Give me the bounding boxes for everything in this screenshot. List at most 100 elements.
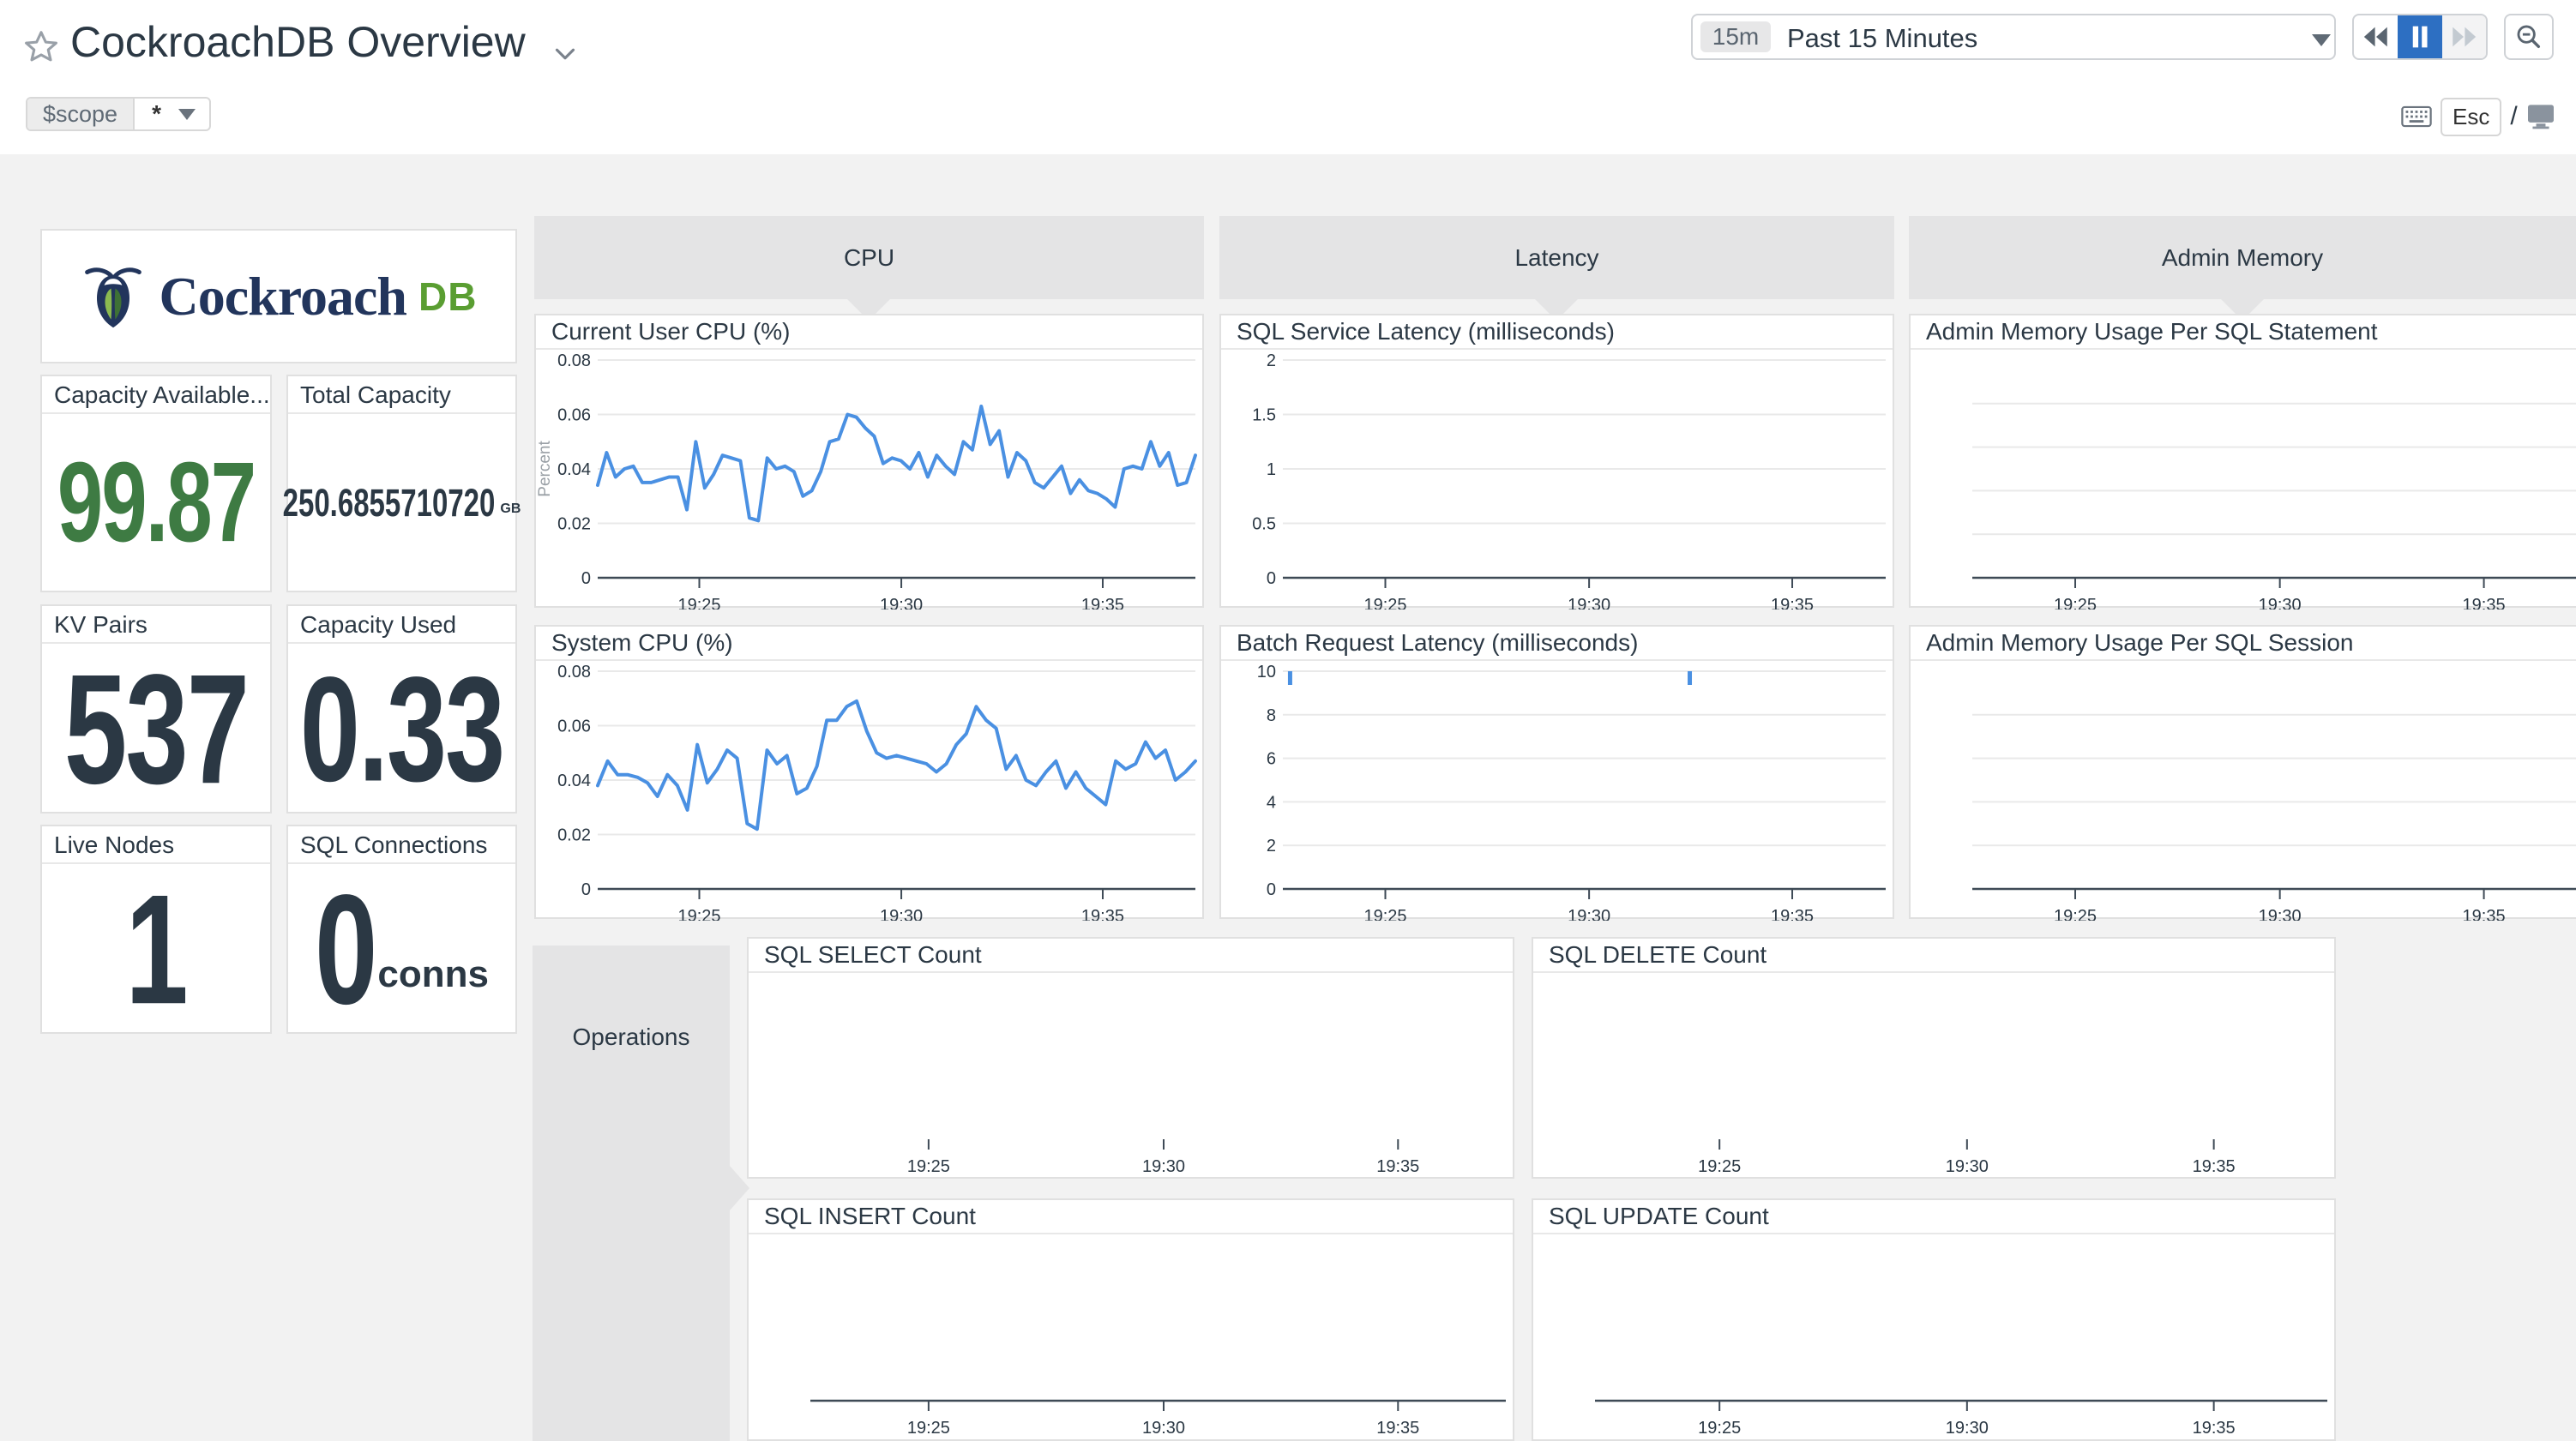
group-header-latency[interactable]: Latency: [1219, 216, 1894, 299]
svg-text:0.08: 0.08: [557, 663, 591, 681]
zoom-out-button[interactable]: [2504, 14, 2554, 60]
time-range-label: Past 15 Minutes: [1787, 23, 1977, 54]
svg-text:0.04: 0.04: [557, 460, 591, 479]
group-label: Admin Memory: [2162, 244, 2323, 272]
stat-title: Capacity Used: [288, 606, 515, 644]
svg-text:19:30: 19:30: [880, 596, 923, 609]
chart-admin-memory-session[interactable]: Admin Memory Usage Per SQL Session19:251…: [1909, 625, 2576, 919]
svg-text:19:25: 19:25: [1698, 1157, 1741, 1176]
svg-text:19:35: 19:35: [1081, 596, 1124, 609]
chart-plot: 108642019:2519:3019:35: [1221, 627, 1896, 921]
svg-text:19:25: 19:25: [907, 1157, 950, 1176]
chart-sql-update-count[interactable]: SQL UPDATE Count19:2519:3019:35: [1532, 1198, 2336, 1441]
stat-live-nodes[interactable]: Live Nodes 1: [40, 825, 272, 1034]
chart-plot: 19:2519:3019:35: [1911, 315, 2576, 609]
chart-admin-memory-statement[interactable]: Admin Memory Usage Per SQL Statement19:2…: [1909, 314, 2576, 608]
svg-text:0.5: 0.5: [1252, 515, 1276, 534]
time-range-badge: 15m: [1700, 21, 1771, 52]
svg-text:10: 10: [1257, 663, 1276, 681]
svg-text:0.02: 0.02: [557, 515, 591, 534]
svg-text:0: 0: [581, 880, 591, 899]
svg-text:19:35: 19:35: [1081, 907, 1124, 921]
stat-title: Capacity Available...: [42, 376, 270, 414]
svg-text:19:35: 19:35: [2463, 596, 2506, 609]
stat-unit: GB: [500, 501, 521, 517]
favorite-star-icon[interactable]: [22, 28, 60, 66]
time-range-selector[interactable]: 15m Past 15 Minutes: [1691, 14, 2336, 60]
svg-text:19:35: 19:35: [1771, 596, 1814, 609]
chart-current-user-cpu[interactable]: Current User CPU (%)0.080.060.040.020Per…: [534, 314, 1204, 608]
stat-unit: conns: [377, 953, 489, 996]
chart-plot: 19:25 19:30 19:35: [1533, 1200, 2338, 1441]
chart-sql-service-latency[interactable]: SQL Service Latency (milliseconds)21.510…: [1219, 314, 1894, 608]
chart-batch-request-latency[interactable]: Batch Request Latency (milliseconds)1086…: [1219, 625, 1894, 919]
svg-text:0.02: 0.02: [557, 826, 591, 845]
chart-sql-select-count[interactable]: SQL SELECT Count19:2519:3019:35: [747, 937, 1514, 1179]
chart-plot: 19:2519:3019:35: [1911, 627, 2576, 921]
svg-text:19:35: 19:35: [1376, 1157, 1419, 1176]
svg-text:1.5: 1.5: [1252, 406, 1276, 425]
shortcut-hints: Esc /: [2401, 96, 2555, 137]
pause-icon: [2410, 25, 2429, 49]
svg-text:0.08: 0.08: [557, 351, 591, 370]
chart-system-cpu[interactable]: System CPU (%)0.080.060.040.02019:2519:3…: [534, 625, 1204, 919]
svg-text:19:30: 19:30: [880, 907, 923, 921]
group-header-operations[interactable]: Operations: [533, 946, 730, 1441]
svg-text:0: 0: [1267, 880, 1276, 899]
svg-text:19:25: 19:25: [1363, 596, 1406, 609]
stat-capacity-available[interactable]: Capacity Available... 99.87: [40, 375, 272, 592]
group-header-cpu[interactable]: CPU: [534, 216, 1204, 299]
tv-mode-icon[interactable]: [2526, 104, 2555, 129]
group-header-admin-memory[interactable]: Admin Memory: [1909, 216, 2576, 299]
svg-text:1: 1: [1267, 460, 1276, 479]
cockroachdb-logo-card[interactable]: Cockroach DB: [40, 229, 517, 363]
chart-sql-delete-count[interactable]: SQL DELETE Count19:2519:3019:35: [1532, 937, 2336, 1179]
svg-text:0.04: 0.04: [557, 772, 591, 790]
fast-forward-button[interactable]: [2442, 15, 2486, 58]
stat-capacity-used[interactable]: Capacity Used 0.33: [286, 604, 517, 814]
svg-text:19:35: 19:35: [2193, 1157, 2236, 1176]
stat-sql-connections[interactable]: SQL Connections 0 conns: [286, 825, 517, 1034]
pause-button[interactable]: [2398, 15, 2441, 58]
chart-plot: 19:2519:3019:35: [749, 939, 1516, 1180]
svg-text:19:35: 19:35: [1771, 907, 1814, 921]
chart-plot: 19:2519:3019:35: [749, 1200, 1516, 1441]
svg-text:6: 6: [1267, 750, 1276, 769]
page-title: CockroachDB Overview: [70, 17, 526, 67]
svg-text:Percent: Percent: [536, 441, 554, 497]
chart-plot: 19:2519:3019:35: [1533, 939, 2338, 1180]
scope-caret-icon: [178, 109, 196, 120]
stat-kv-pairs[interactable]: KV Pairs 537: [40, 604, 272, 814]
stat-title: Live Nodes: [42, 826, 270, 864]
stat-value: 537: [64, 639, 248, 818]
keyboard-icon: [2401, 105, 2432, 129]
svg-text:19:25: 19:25: [677, 907, 720, 921]
svg-text:19:35: 19:35: [2463, 907, 2506, 921]
svg-text:19:25: 19:25: [1698, 1419, 1741, 1438]
svg-text:0: 0: [1267, 569, 1276, 588]
svg-text:19:35: 19:35: [1376, 1419, 1419, 1438]
stat-value: 0.33: [300, 643, 503, 814]
slash-hint: /: [2510, 102, 2517, 131]
group-label: CPU: [844, 244, 894, 272]
svg-text:19:30: 19:30: [1568, 596, 1610, 609]
logo-wordmark: Cockroach: [159, 265, 406, 328]
rewind-button[interactable]: [2354, 15, 2398, 58]
group-label: Latency: [1514, 244, 1598, 272]
top-bar: CockroachDB Overview 15m Past 15 Minutes: [0, 0, 2576, 94]
svg-text:19:35: 19:35: [2193, 1419, 2236, 1438]
svg-text:0.06: 0.06: [557, 406, 591, 425]
title-chevron-down-icon[interactable]: [549, 38, 581, 70]
svg-text:19:25: 19:25: [677, 596, 720, 609]
svg-text:2: 2: [1267, 837, 1276, 856]
svg-text:19:30: 19:30: [1946, 1419, 1989, 1438]
svg-text:19:25: 19:25: [1363, 907, 1406, 921]
svg-text:19:25: 19:25: [907, 1419, 950, 1438]
chart-sql-insert-count[interactable]: SQL INSERT Count19:2519:3019:35: [747, 1198, 1514, 1441]
svg-text:19:30: 19:30: [1568, 907, 1610, 921]
svg-text:8: 8: [1267, 706, 1276, 725]
stat-value: 1: [125, 860, 186, 1038]
stat-total-capacity[interactable]: Total Capacity 250.6855710720 GB: [286, 375, 517, 592]
fast-forward-icon: [2449, 24, 2478, 50]
template-variable-scope[interactable]: $scope *: [26, 97, 211, 131]
